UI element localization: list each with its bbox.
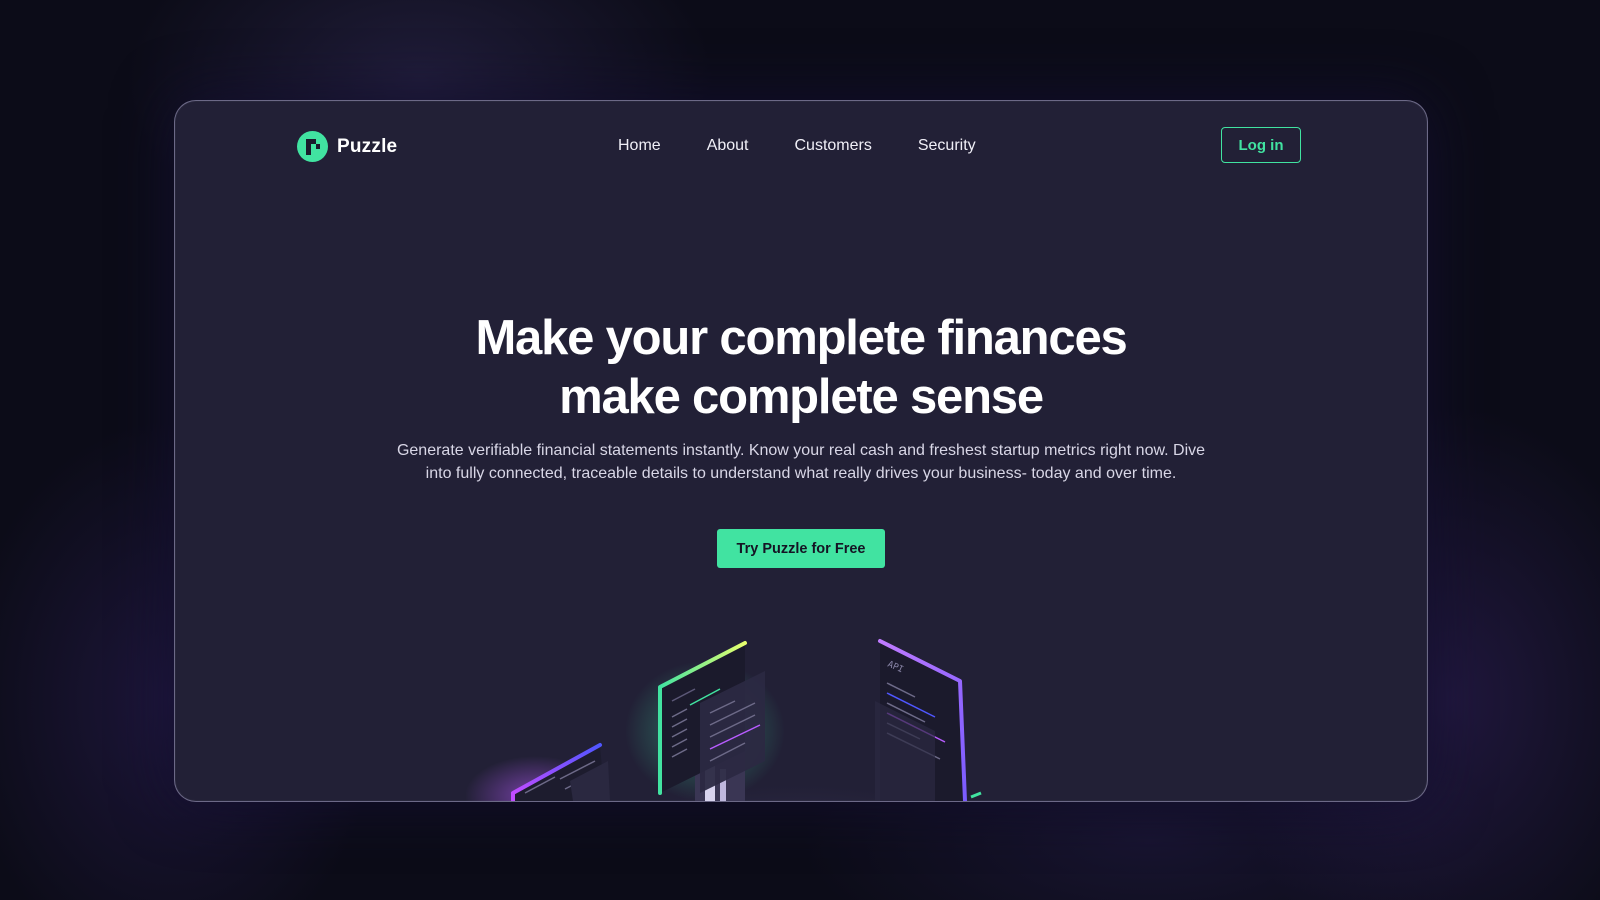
hero-title: Make your complete finances make complet… [175,309,1427,427]
nav-link-about[interactable]: About [707,137,749,155]
hero-illustration: API [465,639,1035,801]
hero-title-line-2: make complete sense [559,370,1044,424]
nav-link-customers[interactable]: Customers [795,137,872,155]
hero-subtitle: Generate verifiable financial statements… [361,439,1241,485]
try-free-button[interactable]: Try Puzzle for Free [717,529,885,568]
hero-title-line-1: Make your complete finances [475,311,1127,365]
nav-link-security[interactable]: Security [918,137,976,155]
brand-name: Puzzle [337,135,398,157]
login-button[interactable]: Log in [1221,127,1301,163]
page-background: Puzzle Home About Customers Security Log… [0,0,1600,900]
nav-links: Home About Customers Security [618,137,976,155]
browser-window: Puzzle Home About Customers Security Log… [174,100,1428,802]
illustration-panel-api: API [875,639,982,801]
brand[interactable]: Puzzle [297,131,397,162]
puzzle-logo-icon [297,131,328,162]
hero-subtitle-line-1: Generate verifiable financial statements… [396,442,1206,459]
nav-link-home[interactable]: Home [618,137,661,155]
hero-subtitle-line-2: into fully connected, traceable details … [425,465,1177,482]
top-navigation: Puzzle Home About Customers Security Log… [175,101,1427,191]
